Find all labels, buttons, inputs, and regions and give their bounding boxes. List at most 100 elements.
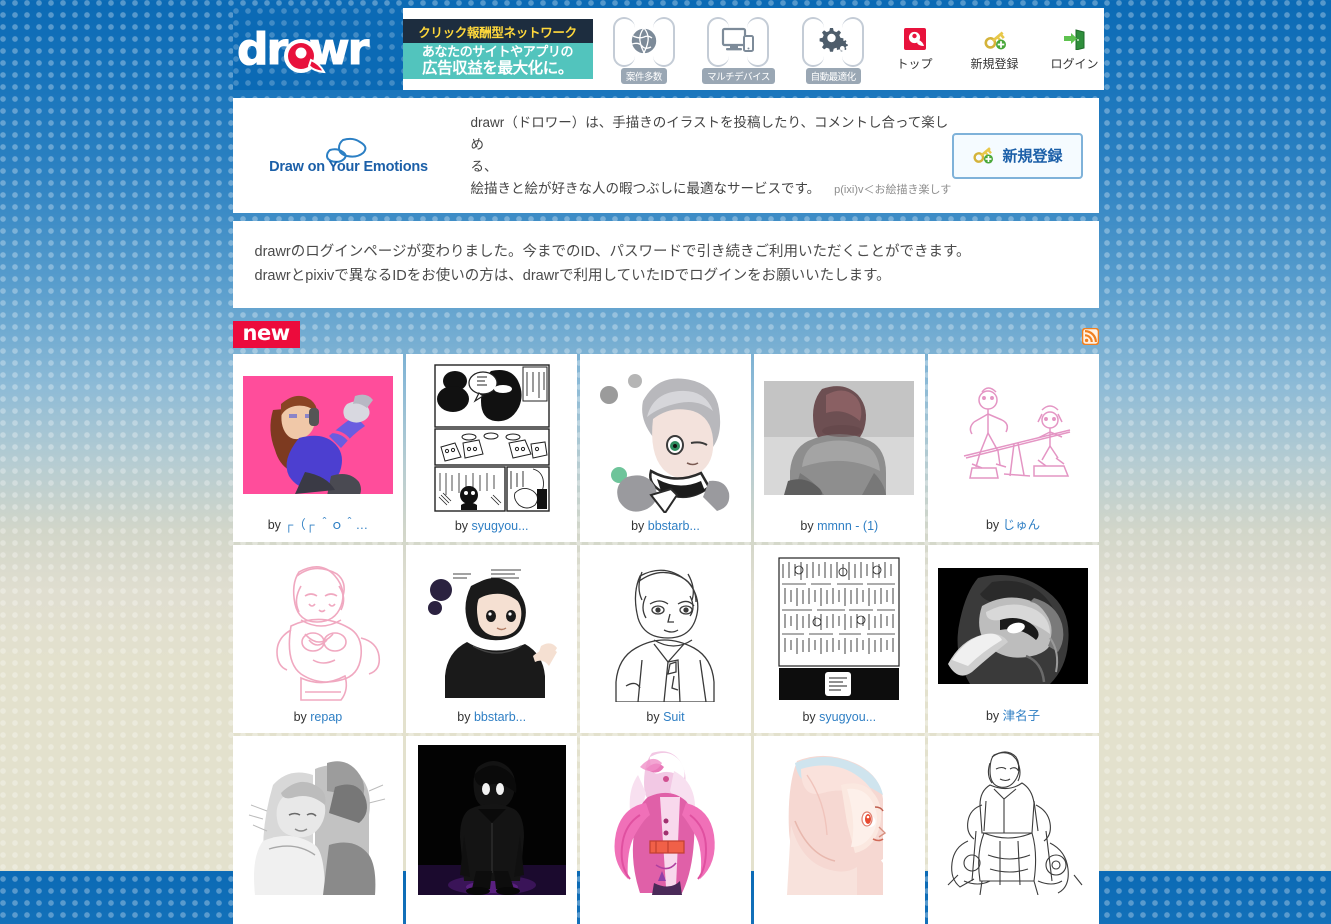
by-prefix: by <box>631 519 648 534</box>
gallery-caption: by じゅん <box>928 510 1099 542</box>
author-link[interactable]: bbstarb... <box>474 710 526 724</box>
gallery-caption: by Suit <box>580 706 751 733</box>
page-root: dr wr クリック報酬型ネットワーク あなたのサイトやアプリの 広告収益を最大 <box>0 8 1331 924</box>
artwork-manga-crowd <box>777 555 902 702</box>
svg-text:dr: dr <box>237 24 288 75</box>
ad-feature-optimize: 自動最適化 <box>791 15 875 84</box>
gears-icon <box>802 15 865 67</box>
nav-label: ログイン <box>1050 57 1099 71</box>
register-button[interactable]: 新規登録 <box>952 132 1083 179</box>
ad-feature-label: 自動最適化 <box>805 67 861 84</box>
author-link[interactable]: じゅん <box>1003 518 1041 532</box>
intro-tagline: Draw on Your Emotions <box>269 158 428 175</box>
gallery-caption: by syugyou... <box>754 706 925 733</box>
gallery-caption: by <box>406 897 577 924</box>
author-link[interactable]: 津名子 <box>1003 709 1041 723</box>
intro-panel: Draw on Your Emotions drawr（ドロワー）は、手描きのイ… <box>232 98 1099 214</box>
gallery-item[interactable]: by syugyou... <box>753 545 925 734</box>
author-link[interactable]: syugyou... <box>819 710 876 724</box>
thumbnail <box>406 354 577 515</box>
thumbnail <box>406 545 577 706</box>
drawr-top-icon <box>903 26 926 52</box>
gallery-item[interactable]: by repap <box>232 545 404 734</box>
gallery-item[interactable]: by bbstarb... <box>580 354 751 543</box>
gallery-caption: by <box>580 897 751 924</box>
key-add-icon <box>983 26 1007 52</box>
gallery-item[interactable]: by じゅん <box>927 354 1099 543</box>
gallery-item[interactable]: by <box>580 736 751 924</box>
thumbnail <box>580 736 751 897</box>
artwork-plague-doctor-mask <box>938 568 1089 685</box>
gallery-caption: by syugyou... <box>406 515 577 542</box>
gallery-item[interactable]: by ┌（┌ ＾ｏ＾… <box>232 354 404 543</box>
artwork-girl-pink-bg <box>242 376 393 495</box>
key-add-icon <box>972 144 994 168</box>
by-prefix: by <box>646 710 664 725</box>
gallery-item[interactable]: by <box>406 736 578 924</box>
drawr-logo: dr wr <box>236 24 372 76</box>
gallery-grid: by ┌（┌ ＾ｏ＾… by syugyou... by bbstarb... … <box>232 354 1099 924</box>
login-door-icon <box>1063 26 1087 52</box>
gallery-item[interactable]: by mmnn - (1) <box>753 354 925 543</box>
gallery-item[interactable]: by <box>753 736 925 924</box>
gallery-caption: by <box>233 897 404 924</box>
thumbnail <box>580 545 751 706</box>
thumbnail <box>928 354 1099 510</box>
gallery-caption: by bbstarb... <box>580 515 751 542</box>
artwork-grey-figure-sitting <box>764 380 915 495</box>
ad-subtext: あなたのサイトやアプリの 広告収益を最大化に。 <box>402 43 593 79</box>
author-link[interactable]: ┌（┌ ＾ｏ＾… <box>284 518 368 532</box>
author-link[interactable]: mmnn - (1) <box>817 519 878 533</box>
author-link[interactable]: bbstarb... <box>648 519 700 533</box>
intro-kaomoji: p(ixi)v＜お絵描き楽しす <box>834 183 952 196</box>
nav-item-top[interactable]: トップ <box>886 26 944 72</box>
logo-cell[interactable]: dr wr <box>232 8 403 90</box>
gallery-item[interactable]: by <box>927 736 1099 924</box>
artwork-black-hair-boy <box>416 559 567 698</box>
register-button-label: 新規登録 <box>1002 148 1063 166</box>
by-prefix: by <box>800 519 818 534</box>
notice-line-2: drawrとpixivで異なるIDをお使いの方は、drawrで利用していたIDで… <box>254 267 891 284</box>
ad-line-1: あなたのサイトやアプリの <box>421 44 574 60</box>
artwork-pink-hair-profile <box>787 744 892 895</box>
thumbnail <box>233 354 404 510</box>
artwork-pink-magical-girl <box>590 744 741 895</box>
ad-text-block: クリック報酬型ネットワーク あなたのサイトやアプリの 広告収益を最大化に。 <box>402 19 593 79</box>
ad-feature-label: マルチデバイス <box>702 67 775 84</box>
gallery-item[interactable]: by Suit <box>580 545 751 734</box>
thumbnail <box>754 354 925 515</box>
globe-icon <box>612 15 675 67</box>
gallery-caption: by repap <box>233 706 404 733</box>
new-section-bar: new <box>232 318 1099 349</box>
by-prefix: by <box>454 519 472 534</box>
author-link[interactable]: syugyou... <box>472 519 529 533</box>
ad-banner[interactable]: クリック報酬型ネットワーク あなたのサイトやアプリの 広告収益を最大化に。 案件… <box>402 8 885 90</box>
nav-label: トップ <box>896 57 933 71</box>
site-header: dr wr クリック報酬型ネットワーク あなたのサイトやアプリの 広告収益を最大 <box>232 8 1104 90</box>
rss-icon[interactable] <box>1081 328 1099 346</box>
by-prefix: by <box>985 518 1003 533</box>
intro-line-2: る、 <box>470 158 498 174</box>
thumbnail <box>580 354 751 515</box>
artwork-grey-haired-boy <box>591 362 740 513</box>
gallery-item[interactable]: by syugyou... <box>406 354 578 543</box>
gallery-item[interactable]: by bbstarb... <box>406 545 578 734</box>
intro-line-1: drawr（ドロワー）は、手描きのイラストを投稿したり、コメントし合って楽しめ <box>470 115 949 152</box>
by-prefix: by <box>985 709 1003 724</box>
nav-item-register[interactable]: 新規登録 <box>966 26 1024 72</box>
author-link[interactable]: repap <box>310 710 342 724</box>
ad-features: 案件多数 マルチデバイス 自動最適化 <box>592 16 885 84</box>
artwork-lineart-mecha-girl <box>938 744 1089 895</box>
thumbnail <box>754 736 925 897</box>
intro-line-3: 絵描きと絵が好きな人の暇つぶしに最適なサービスです。 <box>470 180 821 196</box>
nav-item-login[interactable]: ログイン <box>1046 26 1104 72</box>
thumbnail <box>233 736 404 897</box>
header-nav: トップ 新規登録 ログイン <box>884 8 1104 90</box>
artwork-grey-couple <box>242 744 393 895</box>
gallery-item[interactable]: by <box>232 736 404 924</box>
notice-line-1: drawrのログインページが変わりました。今までのID、パスワードで引き続きご利… <box>254 244 971 261</box>
ad-feature-globe: 案件多数 <box>602 15 686 84</box>
gallery-caption: by bbstarb... <box>406 706 577 733</box>
gallery-item[interactable]: by 津名子 <box>927 545 1099 734</box>
author-link[interactable]: Suit <box>663 710 685 724</box>
